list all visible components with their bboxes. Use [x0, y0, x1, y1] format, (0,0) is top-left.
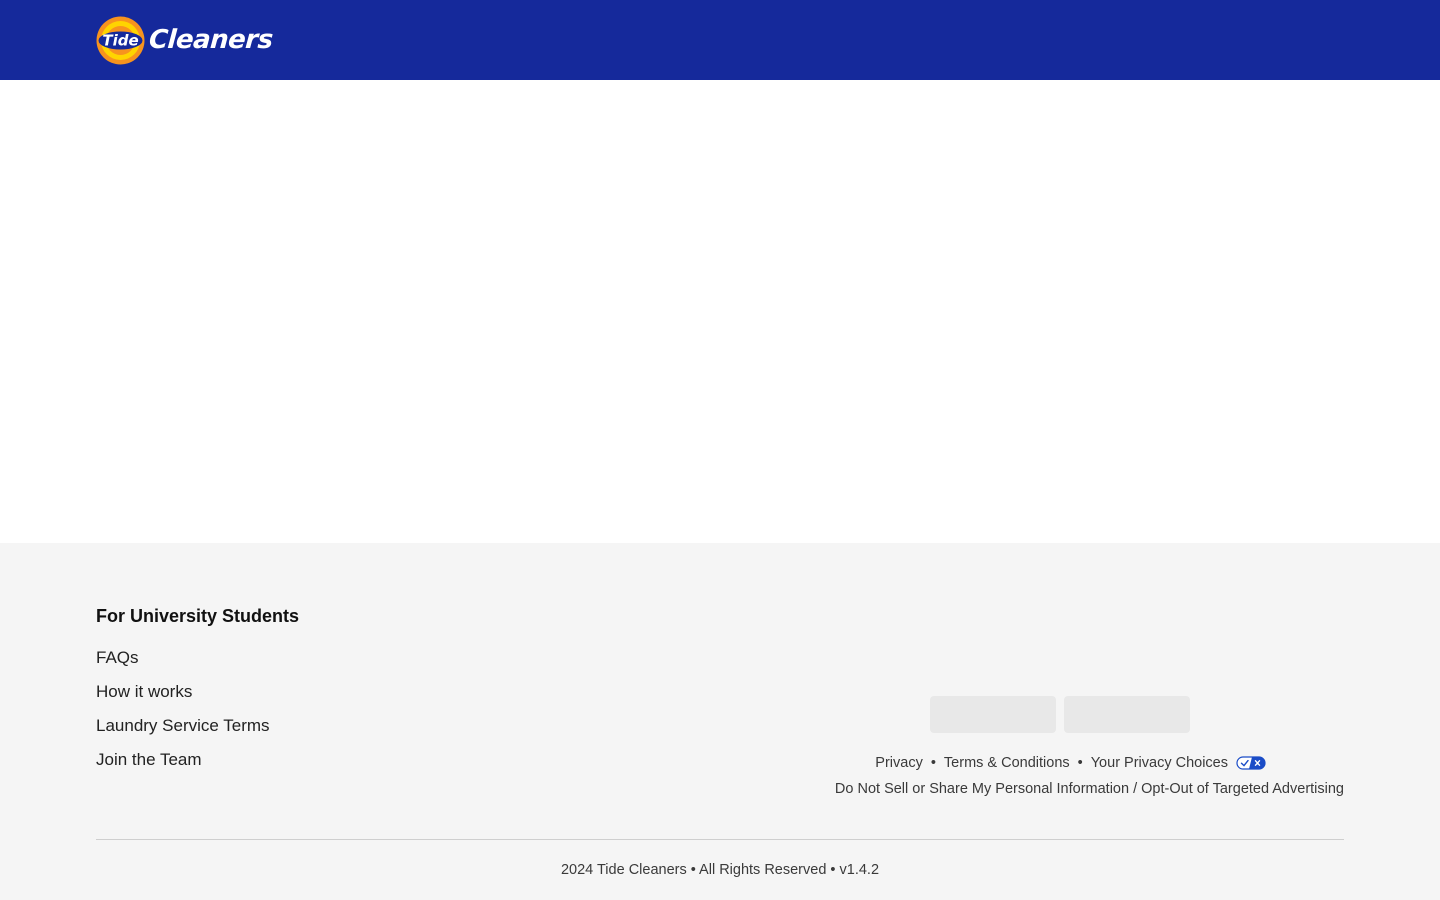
laundry-service-terms-link[interactable]: Laundry Service Terms: [96, 716, 270, 735]
how-it-works-link[interactable]: How it works: [96, 682, 192, 701]
footer-link-item: Join the Team: [96, 749, 270, 783]
app-store-badge[interactable]: [930, 696, 1056, 733]
footer-link-item: How it works: [96, 681, 270, 715]
google-play-badge[interactable]: [1064, 696, 1190, 733]
site-header: Tide Cleaners: [0, 0, 1440, 80]
separator-dot: •: [930, 755, 936, 771]
do-not-sell-optout-link[interactable]: Do Not Sell or Share My Personal Informa…: [835, 781, 1344, 797]
tide-cleaners-logo-link[interactable]: Tide Cleaners: [96, 16, 274, 65]
footer-link-item: Laundry Service Terms: [96, 715, 270, 749]
faqs-link[interactable]: FAQs: [96, 648, 139, 667]
app-store-badges: [930, 696, 1190, 733]
join-the-team-link[interactable]: Join the Team: [96, 750, 202, 769]
separator-dot: •: [1077, 755, 1083, 771]
svg-text:Tide: Tide: [102, 32, 138, 50]
footer-section-heading: For University Students: [96, 606, 300, 626]
copyright-text: 2024 Tide Cleaners • All Rights Reserved…: [560, 862, 880, 878]
site-footer: For University Students FAQs How it work…: [0, 543, 1440, 900]
privacy-choices-icon[interactable]: [1236, 756, 1266, 770]
logo-wordmark: Cleaners: [147, 25, 274, 55]
footer-link-item: FAQs: [96, 647, 270, 681]
privacy-choices-link[interactable]: Your Privacy Choices: [1091, 754, 1228, 772]
footer-link-list: FAQs How it works Laundry Service Terms …: [96, 647, 270, 783]
optout-row: Do Not Sell or Share My Personal Informa…: [835, 780, 1344, 798]
legal-links-row: Privacy • Terms & Conditions • Your Priv…: [875, 754, 1266, 772]
footer-divider: [96, 839, 1344, 840]
tide-logo-icon: Tide: [96, 16, 145, 65]
terms-conditions-link[interactable]: Terms & Conditions: [944, 754, 1070, 772]
privacy-link[interactable]: Privacy: [875, 754, 923, 772]
main-content-area: [0, 80, 1440, 543]
